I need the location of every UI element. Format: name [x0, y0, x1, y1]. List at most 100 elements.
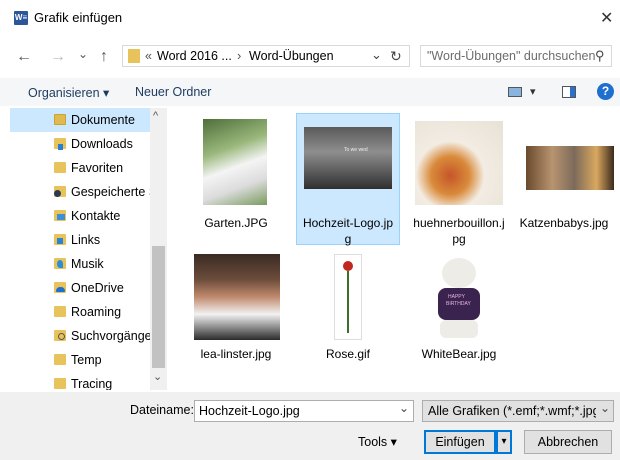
game-piece-icon [54, 190, 61, 197]
filename-input[interactable]: Hochzeit-Logo.jpg [199, 404, 300, 418]
file-type-filter[interactable]: Alle Grafiken (*.emf;*.wmf;*.jpg; ⌄ [422, 400, 614, 422]
sidebar-item-label: Kontakte [71, 209, 121, 223]
kittens-thumbnail [526, 146, 614, 190]
thumbnail-caption: To we wed [344, 147, 368, 153]
filename-label: Dateiname: [130, 403, 194, 417]
tools-menu[interactable]: Tools ▾ [358, 434, 397, 449]
sidebar-item-suchvorgaenge[interactable]: Suchvorgänge [10, 324, 152, 348]
file-name-hochzeit-line1: Hochzeit-Logo.jp [302, 216, 394, 230]
breadcrumb-word2016[interactable]: Word 2016 ... [157, 49, 232, 63]
search-icon[interactable]: ⚲ [595, 48, 605, 64]
sidebar-item-kontakte[interactable]: Kontakte [10, 204, 152, 228]
file-name-katzenbabys: Katzenbabys.jpg [519, 216, 609, 230]
sidebar-item-onedrive[interactable]: OneDrive [10, 276, 152, 300]
cancel-button[interactable]: Abbrechen [524, 430, 612, 454]
person-photo-thumbnail [194, 254, 280, 340]
back-arrow-icon[interactable]: ← [16, 48, 32, 66]
folder-icon [128, 49, 140, 63]
address-bar[interactable]: « Word 2016 ... › Word-Übungen ⌄ ↻ [122, 45, 410, 67]
recent-locations-icon[interactable]: ⌄ [78, 47, 88, 61]
preview-pane-icon[interactable] [562, 86, 576, 98]
file-tile-garten[interactable]: Garten.JPG [180, 113, 292, 245]
help-icon[interactable]: ? [597, 83, 614, 100]
folder-icon [54, 306, 66, 317]
breadcrumb-overflow[interactable]: « [145, 49, 152, 63]
insert-dropdown-icon[interactable]: ▾ [496, 430, 512, 454]
view-dropdown-icon[interactable]: ▾ [530, 85, 536, 98]
sidebar-item-downloads[interactable]: Downloads [10, 132, 152, 156]
forward-arrow-icon[interactable]: → [50, 48, 66, 66]
sidebar-item-label: Suchvorgänge [71, 329, 152, 343]
refresh-icon[interactable]: ↻ [390, 48, 402, 65]
rose-stem-icon [347, 271, 349, 333]
link-arrow-icon [57, 238, 63, 244]
folder-icon [54, 354, 66, 365]
file-type-filter-value: Alle Grafiken (*.emf;*.wmf;*.jpg; [428, 404, 596, 418]
teddy-bear-thumbnail: HAPPY BIRTHDAY [424, 254, 494, 340]
file-name-garten: Garten.JPG [204, 216, 268, 230]
cloud-icon [56, 287, 65, 292]
view-options-icon[interactable] [508, 87, 522, 97]
shirt-text-line1: HAPPY [448, 294, 465, 300]
sidebar-item-label: Dokumente [71, 113, 135, 127]
window-title: Grafik einfügen [34, 10, 123, 25]
breadcrumb-word-uebungen[interactable]: Word-Übungen [249, 49, 334, 63]
address-dropdown-icon[interactable]: ⌄ [371, 47, 382, 63]
shirt-text-line2: BIRTHDAY [446, 301, 471, 307]
sidebar-item-links[interactable]: Links [10, 228, 152, 252]
sidebar-item-tracing[interactable]: Tracing [10, 372, 152, 390]
title-bar: W≡ Grafik einfügen ✕ [0, 0, 620, 34]
scrollbar-thumb[interactable] [152, 246, 165, 368]
filename-field[interactable]: Hochzeit-Logo.jpg ⌄ [194, 400, 414, 422]
word-app-icon: W≡ [14, 11, 28, 25]
sidebar-item-gespeicherte-spiele[interactable]: Gespeicherte S [10, 180, 157, 204]
bear-legs-icon [440, 320, 478, 338]
bear-head-icon [442, 258, 476, 288]
file-tile-huehnerbouillon[interactable]: huehnerbouillon.j pg [406, 113, 512, 246]
sidebar-item-label: Gespeicherte S [71, 185, 158, 199]
sidebar-item-label: Tracing [71, 377, 113, 390]
file-tile-katzenbabys[interactable]: Katzenbabys.jpg [516, 113, 620, 245]
organize-menu[interactable]: Organisieren ▾ [28, 85, 109, 100]
insert-button[interactable]: Einfügen [424, 430, 496, 454]
sidebar-item-label: Temp [71, 353, 102, 367]
folder-icon [54, 378, 66, 389]
file-tile-hochzeit-logo[interactable]: To we wed Hochzeit-Logo.jp g [296, 113, 400, 246]
navigation-bar: ← → ⌄ ↑ « Word 2016 ... › Word-Übungen ⌄… [0, 42, 620, 72]
file-name-huehner-line1: huehnerbouillon.j [413, 216, 505, 230]
search-box[interactable]: "Word-Übungen" durchsuchen ⚲ [420, 45, 612, 67]
navigation-scrollbar[interactable]: ^ ⌄ [150, 108, 167, 390]
dialog-footer: Dateiname: Hochzeit-Logo.jpg ⌄ Alle Graf… [0, 392, 620, 460]
contact-card-icon [57, 214, 65, 220]
search-icon [58, 333, 65, 340]
scroll-down-icon[interactable]: ⌄ [153, 370, 162, 383]
rose-thumbnail [334, 254, 362, 340]
music-note-icon [57, 260, 63, 268]
close-icon[interactable]: ✕ [600, 8, 613, 28]
sidebar-item-roaming[interactable]: Roaming [10, 300, 152, 324]
scroll-up-icon[interactable]: ^ [153, 110, 158, 122]
up-arrow-icon[interactable]: ↑ [100, 48, 108, 66]
file-type-dropdown-icon[interactable]: ⌄ [600, 401, 610, 415]
sidebar-item-musik[interactable]: Musik [10, 252, 152, 276]
sidebar-item-label: Links [71, 233, 101, 247]
sidebar-item-label: Roaming [71, 305, 122, 319]
file-name-rose: Rose.gif [325, 347, 371, 361]
soup-thumbnail [415, 121, 503, 205]
file-name-lea-linster: lea-linster.jpg [200, 347, 272, 361]
file-tile-lea-linster[interactable]: lea-linster.jpg [180, 250, 292, 370]
sidebar-item-dokumente[interactable]: Dokumente [10, 108, 152, 132]
search-input[interactable]: "Word-Übungen" durchsuchen [427, 49, 595, 63]
breadcrumb-separator[interactable]: › [237, 48, 241, 63]
file-name-whitebear: WhiteBear.jpg [421, 347, 497, 361]
garden-flower-thumbnail [203, 119, 267, 205]
file-tile-whitebear[interactable]: HAPPY BIRTHDAY WhiteBear.jpg [406, 250, 512, 370]
favorites-icon [54, 162, 66, 173]
wedding-logo-thumbnail: To we wed [304, 127, 392, 189]
sidebar-item-temp[interactable]: Temp [10, 348, 152, 372]
sidebar-item-favoriten[interactable]: Favoriten [10, 156, 152, 180]
file-tile-rose[interactable]: Rose.gif [296, 250, 400, 370]
new-folder-button[interactable]: Neuer Ordner [135, 85, 211, 99]
download-arrow-icon [58, 144, 63, 150]
filename-dropdown-icon[interactable]: ⌄ [399, 401, 409, 415]
